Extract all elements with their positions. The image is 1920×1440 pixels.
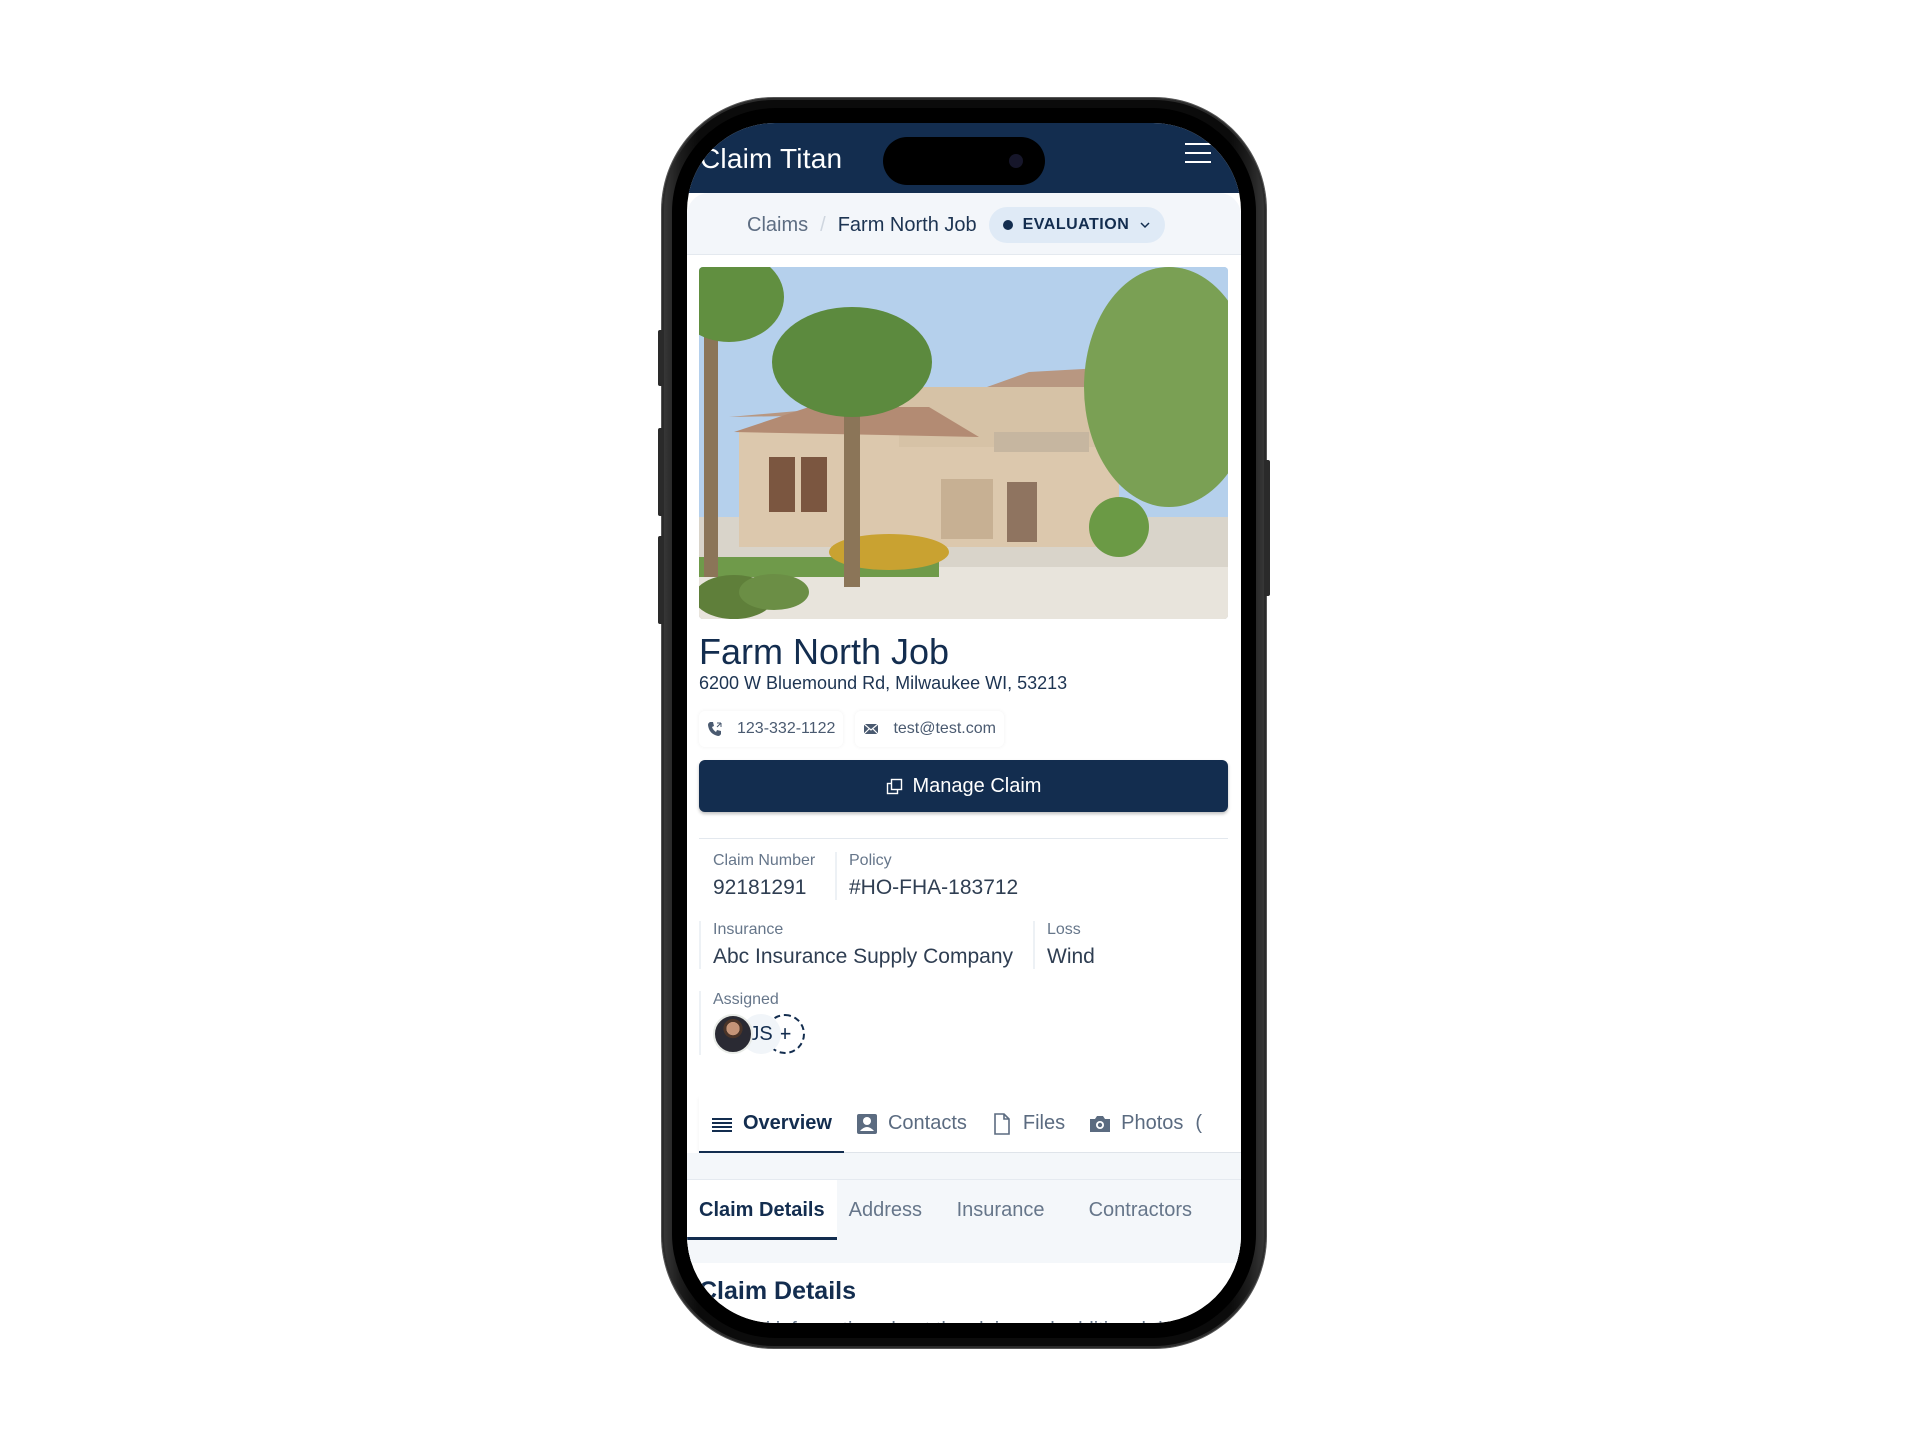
breadcrumb-separator: /	[820, 213, 826, 236]
job-address: 6200 W Bluemound Rd, Milwaukee WI, 53213	[699, 673, 1068, 693]
phone-volume-up-button	[658, 428, 664, 516]
tab-overview[interactable]: Overview	[699, 1095, 844, 1154]
tab-overview-label: Overview	[743, 1112, 832, 1134]
phone-chip[interactable]: 123-332-1122	[699, 711, 844, 747]
tab-photos-label: Photos	[1121, 1112, 1184, 1134]
tab-photos[interactable]: Photos	[1077, 1095, 1195, 1153]
main-tabs: Overview Contacts Files Photos (	[699, 1095, 1241, 1154]
chevron-down-icon	[1140, 222, 1150, 229]
status-dot-icon	[1002, 220, 1013, 230]
hamburger-menu-icon[interactable]	[1185, 143, 1211, 165]
email-chip[interactable]: test@test.com	[855, 711, 1004, 747]
phone-icon	[708, 722, 722, 736]
insurance-value: Abc Insurance Supply Company	[713, 945, 1013, 968]
policy-value: #HO-FHA-183712	[849, 876, 1019, 899]
claim-number-label: Claim Number	[713, 852, 816, 869]
field-policy: Policy #HO-FHA-183712	[835, 852, 1018, 900]
phone-screen: Claim Titan Claims / Farm North Job EVAL…	[687, 123, 1241, 1323]
tab-contacts-label: Contacts	[887, 1112, 967, 1134]
breadcrumb-current: Farm North Job	[837, 213, 977, 236]
contact-chips: 123-332-1122 test@test.com	[699, 711, 1004, 747]
phone-frame: Claim Titan Claims / Farm North Job EVAL…	[658, 98, 1270, 1348]
subtab-address[interactable]: Address	[849, 1180, 955, 1240]
field-insurance: Insurance Abc Insurance Supply Company	[699, 921, 1013, 969]
breadcrumb-bar: Claims / Farm North Job EVALUATION	[687, 193, 1241, 255]
policy-label: Policy	[849, 852, 892, 869]
camera-icon	[1090, 1115, 1111, 1132]
job-title: Farm North Job	[699, 631, 950, 672]
claim-number-value: 92181291	[713, 876, 807, 899]
loss-value: Wind	[1047, 945, 1095, 968]
subtab-insurance[interactable]: Insurance	[957, 1180, 1087, 1240]
app-title: Claim Titan	[700, 143, 843, 174]
field-claim-number: Claim Number 92181291	[699, 852, 815, 900]
tab-files-label: Files	[1022, 1112, 1066, 1134]
section-title: Claim Details	[699, 1277, 857, 1305]
house-image	[699, 267, 1228, 619]
phone-number: 123-332-1122	[737, 720, 836, 737]
phone-power-button	[1264, 460, 1270, 596]
external-window-icon	[886, 778, 902, 794]
email-address: test@test.com	[893, 720, 996, 737]
breadcrumb-claims-link[interactable]: Claims	[747, 214, 808, 237]
assigned-label: Assigned	[713, 991, 779, 1008]
tab-more-partial[interactable]: (	[1195, 1095, 1205, 1153]
contact-card-icon	[856, 1113, 877, 1134]
subtab-claim-details[interactable]: Claim Details	[687, 1180, 837, 1240]
assigned-avatars: JS +	[713, 1013, 805, 1055]
sub-tabs: Claim Details Address Insurance Contract…	[687, 1179, 1241, 1240]
status-label: EVALUATION	[1022, 216, 1130, 233]
property-photo	[699, 267, 1228, 619]
section-description: General information about the claim and …	[699, 1315, 1219, 1323]
field-assigned: Assigned JS +	[699, 991, 805, 1055]
manage-claim-button[interactable]: Manage Claim	[699, 760, 1228, 812]
envelope-icon	[864, 723, 879, 735]
tab-contacts[interactable]: Contacts	[844, 1095, 979, 1153]
avatar-photo[interactable]	[713, 1014, 753, 1054]
subtab-contractors[interactable]: Contractors	[1089, 1180, 1192, 1240]
field-loss: Loss Wind	[1033, 921, 1095, 969]
loss-label: Loss	[1047, 921, 1081, 938]
camera-icon	[1009, 154, 1023, 168]
tab-files[interactable]: Files	[979, 1095, 1077, 1153]
app-header: Claim Titan	[687, 123, 1241, 193]
status-dropdown[interactable]: EVALUATION	[988, 207, 1166, 243]
phone-volume-down-button	[658, 536, 664, 624]
phone-action-button	[658, 330, 664, 386]
claim-content: Farm North Job 6200 W Bluemound Rd, Milw…	[687, 255, 1241, 1323]
manage-claim-label: Manage Claim	[912, 774, 1042, 797]
subtab-area: Claim Details Address Insurance Contract…	[687, 1153, 1241, 1263]
dynamic-island	[883, 137, 1045, 185]
list-icon	[712, 1117, 732, 1132]
insurance-label: Insurance	[713, 921, 784, 938]
divider	[699, 838, 1228, 839]
breadcrumb: Claims / Farm North Job EVALUATION	[747, 207, 1166, 243]
file-icon	[994, 1112, 1010, 1135]
